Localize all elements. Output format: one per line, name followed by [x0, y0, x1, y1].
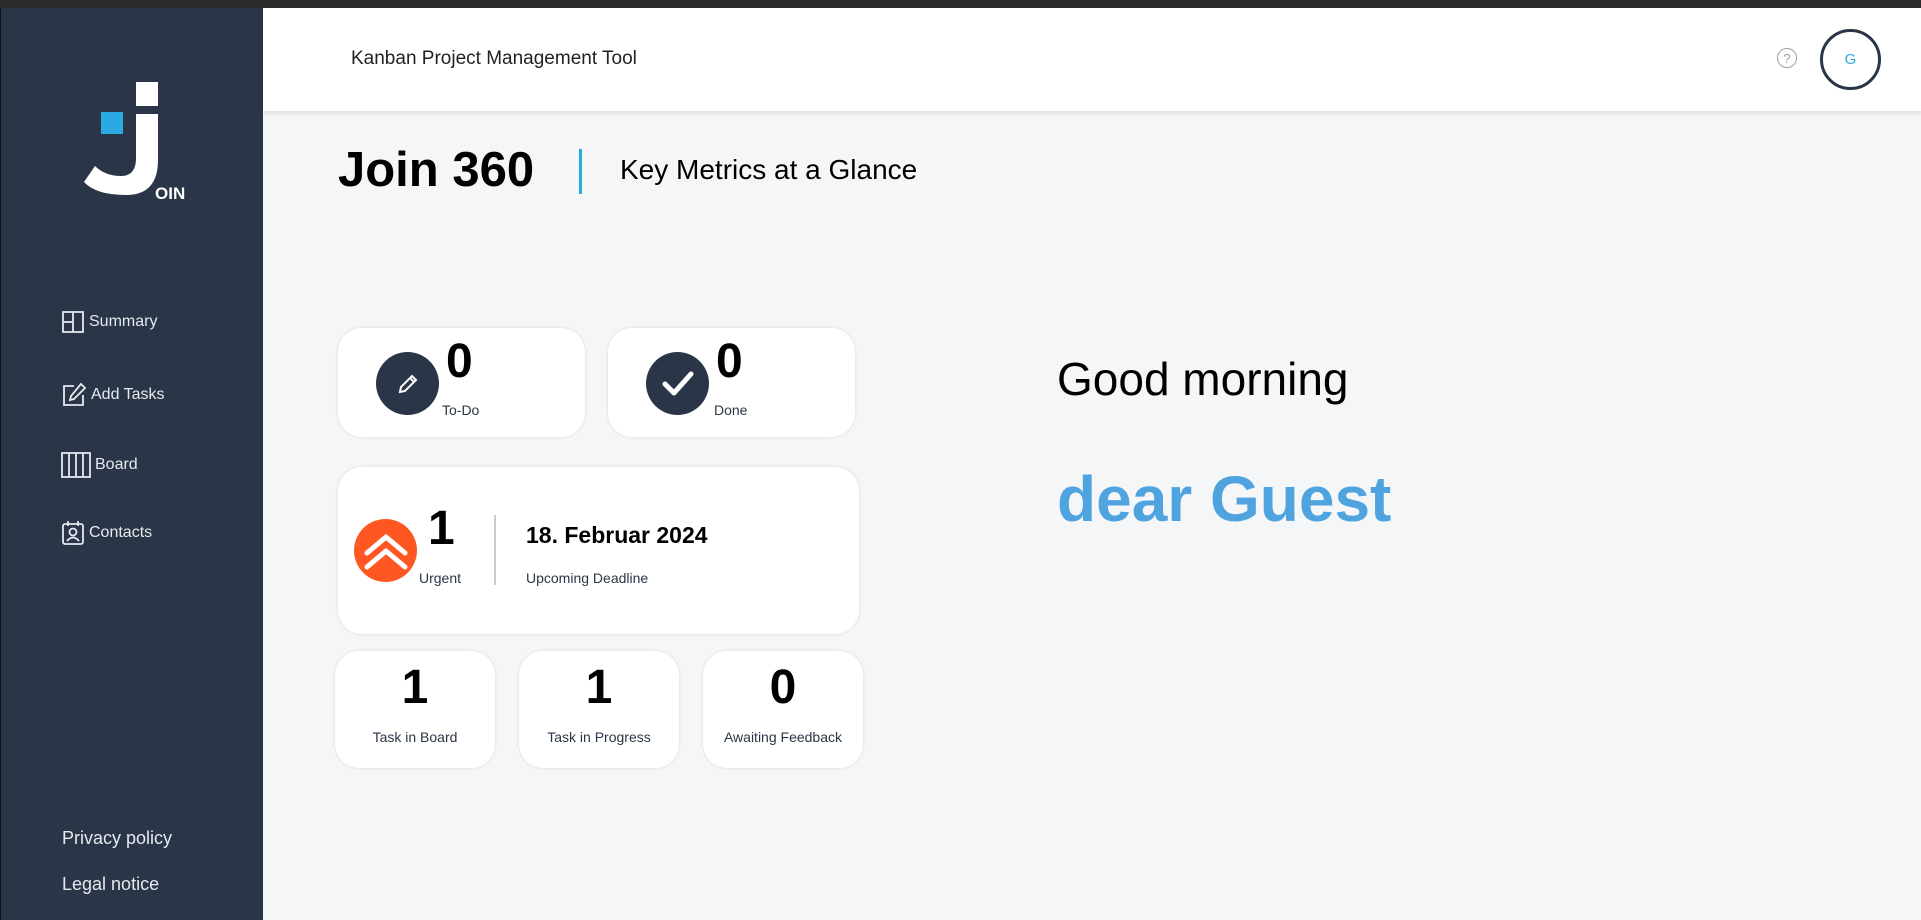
tasks-in-progress-label: Task in Progress — [547, 729, 651, 745]
sidebar-item-label: Add Tasks — [91, 386, 165, 403]
tasks-in-board-count: 1 — [401, 661, 429, 714]
logo-suffix: OIN — [155, 184, 186, 203]
urgent-label: Urgent — [419, 570, 462, 586]
tasks-in-progress-card[interactable]: 1 Task in Progress — [519, 651, 679, 768]
awaiting-feedback-count: 0 — [769, 661, 797, 714]
tasks-in-board-label: Task in Board — [372, 729, 458, 745]
pencil-icon — [376, 352, 439, 415]
summary-icon — [61, 310, 85, 334]
header-title: Kanban Project Management Tool — [351, 48, 637, 69]
awaiting-feedback-label: Awaiting Feedback — [723, 729, 843, 745]
privacy-policy-link[interactable]: Privacy policy — [62, 828, 172, 849]
page-subtitle: Key Metrics at a Glance — [620, 154, 918, 185]
greeting-text: Good morning — [1057, 353, 1349, 405]
done-card[interactable]: 0 Done — [608, 328, 855, 437]
help-icon[interactable]: ? — [1777, 48, 1797, 68]
deadline-label: Upcoming Deadline — [526, 570, 649, 586]
deadline-date: 18. Februar 2024 — [526, 522, 708, 548]
sidebar: OIN Summary Add Tasks Board Contacts Pri… — [0, 8, 263, 920]
user-avatar[interactable]: G — [1820, 29, 1881, 90]
top-header: Kanban Project Management Tool ? G — [263, 8, 1921, 111]
todo-card[interactable]: 0 To-Do — [338, 328, 585, 437]
tasks-in-progress-count: 1 — [585, 661, 613, 714]
done-label: Done — [714, 402, 748, 418]
greeting-name: dear Guest — [1057, 463, 1392, 535]
board-icon — [61, 452, 91, 478]
page-title: Join 360 — [338, 143, 535, 197]
todo-label: To-Do — [442, 402, 480, 418]
sidebar-item-add-tasks[interactable]: Add Tasks — [61, 382, 165, 408]
urgent-priority-icon — [354, 519, 417, 582]
contacts-icon — [61, 520, 85, 546]
sidebar-item-summary[interactable]: Summary — [61, 310, 157, 334]
sidebar-item-label: Summary — [89, 313, 158, 330]
title-divider — [579, 149, 582, 194]
awaiting-feedback-card[interactable]: 0 Awaiting Feedback — [703, 651, 863, 768]
tasks-in-board-card[interactable]: 1 Task in Board — [335, 651, 495, 768]
sidebar-item-label: Contacts — [89, 524, 153, 541]
urgent-count: 1 — [428, 502, 455, 555]
done-count: 0 — [716, 335, 743, 388]
sidebar-item-board[interactable]: Board — [61, 452, 138, 478]
add-task-icon — [61, 382, 87, 408]
todo-count: 0 — [446, 335, 473, 388]
sidebar-item-contacts[interactable]: Contacts — [61, 520, 152, 546]
card-divider — [494, 515, 496, 585]
join-logo[interactable]: OIN — [81, 70, 191, 210]
sidebar-item-label: Board — [95, 456, 138, 473]
checkmark-icon — [646, 352, 709, 415]
urgent-deadline-card[interactable]: 1 Urgent 18. Februar 2024 Upcoming Deadl… — [338, 467, 859, 634]
legal-notice-link[interactable]: Legal notice — [62, 874, 159, 895]
window-top-strip — [0, 0, 1921, 8]
